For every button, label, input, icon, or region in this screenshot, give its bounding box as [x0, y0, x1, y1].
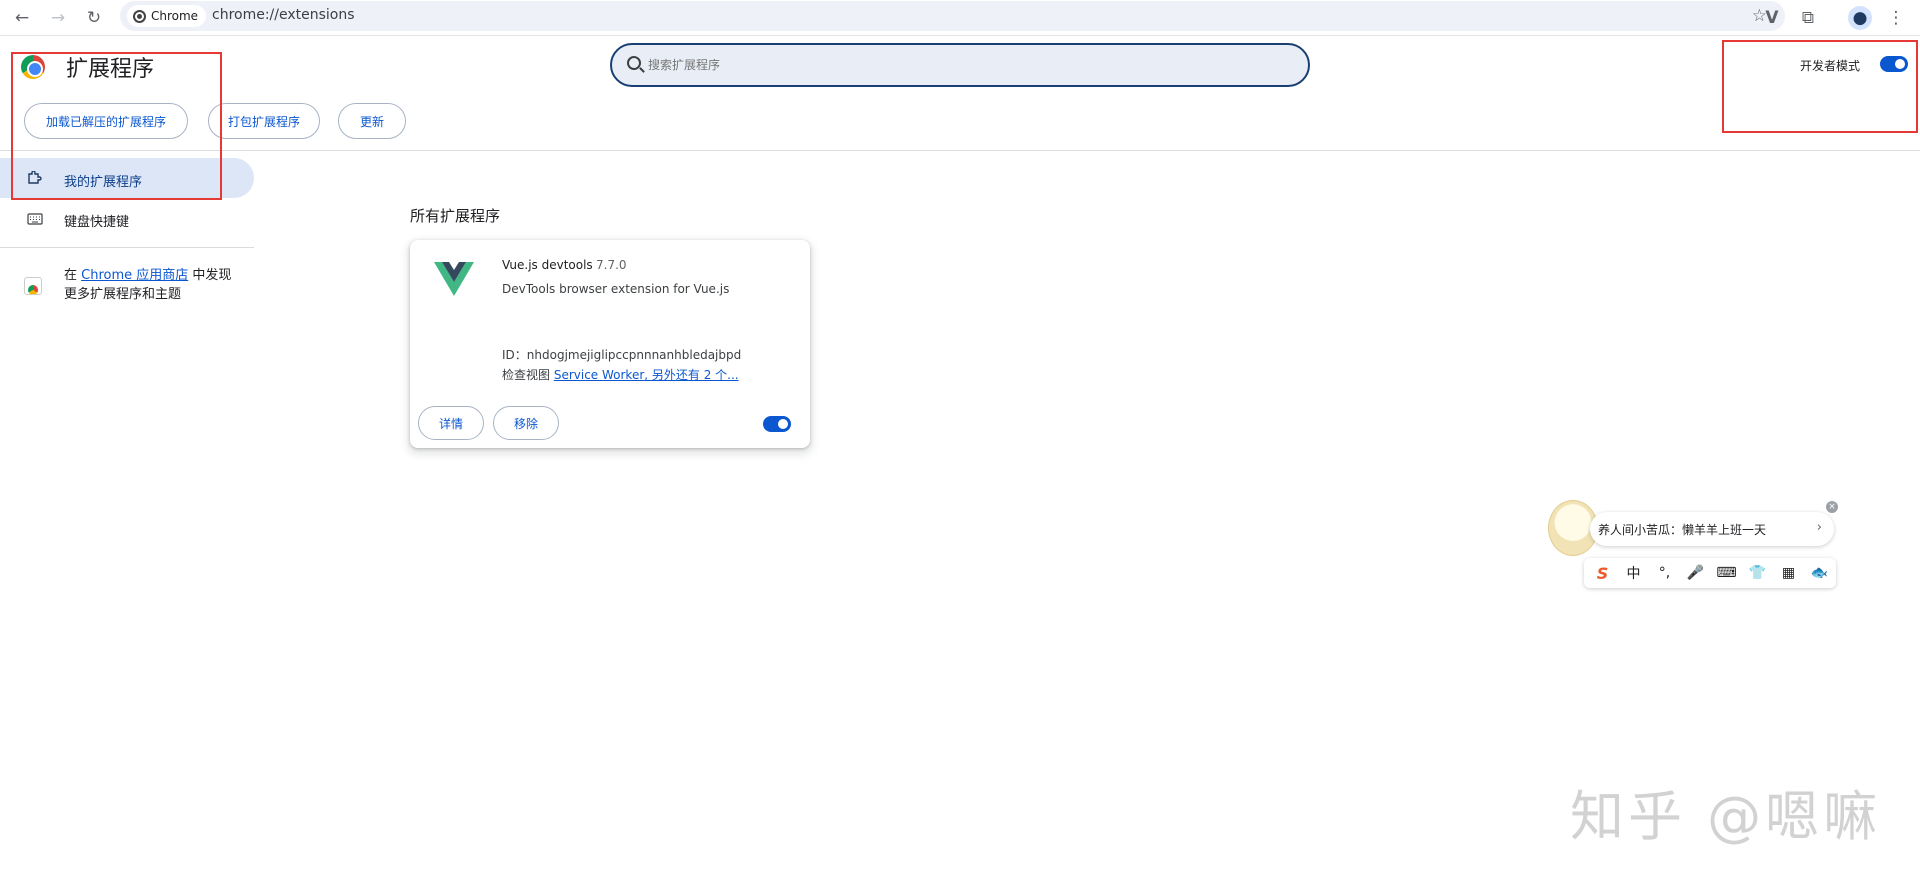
remove-button[interactable]: 移除: [493, 406, 559, 440]
zhihu-watermark: 知乎 @嗯嘛: [1570, 785, 1882, 848]
update-button[interactable]: 更新: [338, 103, 406, 139]
menu-kebab-icon[interactable]: ⋮: [1884, 6, 1908, 30]
sogou-logo-icon[interactable]: S: [1592, 564, 1613, 583]
vue-logo-icon: [434, 262, 474, 296]
service-worker-link[interactable]: Service Worker, 另外还有 2 个...: [554, 368, 739, 382]
web-store-promo: 在 Chrome 应用商店 中发现 更多扩展程序和主题: [64, 266, 264, 304]
chrome-icon: [133, 9, 146, 23]
extensions-puzzle-icon[interactable]: ⧉: [1796, 6, 1820, 30]
skin-icon[interactable]: 👕: [1747, 565, 1768, 581]
extension-name: Vue.js devtools: [502, 258, 593, 272]
site-chip[interactable]: Chrome: [127, 5, 207, 27]
search-icon: [627, 56, 641, 70]
close-icon[interactable]: ×: [1826, 501, 1838, 513]
sidebar-item-keyboard-shortcuts[interactable]: 键盘快捷键: [64, 211, 129, 230]
header-divider: [0, 150, 1920, 151]
keyboard-icon: [27, 213, 43, 225]
vue-extension-icon[interactable]: V: [1760, 6, 1784, 30]
browser-toolbar: ← → ↻ Chrome chrome://extensions ☆ V ⧉ ●…: [0, 0, 1920, 36]
search-input[interactable]: [648, 55, 1288, 75]
extension-enable-toggle[interactable]: [763, 416, 791, 432]
address-bar[interactable]: Chrome chrome://extensions ☆: [120, 1, 1785, 31]
extension-card: Vue.js devtools 7.7.0 DevTools browser e…: [410, 240, 810, 448]
site-chip-label: Chrome: [151, 9, 199, 23]
punctuation-icon[interactable]: °,: [1654, 565, 1675, 581]
chevron-right-icon[interactable]: ›: [1817, 520, 1822, 535]
store-suffix: 中发现: [188, 268, 232, 283]
profile-avatar-icon[interactable]: ●: [1848, 6, 1872, 30]
inspect-views-label: 检查视图: [502, 368, 554, 382]
store-line2: 更多扩展程序和主题: [64, 287, 182, 302]
ime-bubble-text: 养人间小苦瓜：懒羊羊上班一天: [1598, 523, 1767, 537]
highlight-box-dev-mode: [1722, 40, 1918, 133]
details-button[interactable]: 详情: [418, 406, 484, 440]
web-store-icon: [24, 277, 42, 295]
ime-news-bubble[interactable]: 养人间小苦瓜：懒羊羊上班一天 ›: [1590, 512, 1834, 546]
grid-menu-icon[interactable]: ▦: [1778, 565, 1799, 581]
section-title: 所有扩展程序: [410, 207, 501, 225]
reload-icon[interactable]: ↻: [82, 6, 106, 30]
highlight-box-left: [11, 52, 222, 200]
extension-version: 7.7.0: [596, 258, 627, 272]
inspect-views: 检查视图 Service Worker, 另外还有 2 个...: [502, 366, 739, 383]
store-prefix: 在: [64, 268, 82, 283]
fish-icon[interactable]: 🐟: [1809, 565, 1830, 581]
web-store-link[interactable]: Chrome 应用商店: [81, 268, 188, 283]
forward-icon[interactable]: →: [46, 6, 70, 30]
microphone-icon[interactable]: 🎤: [1685, 565, 1706, 581]
extension-description: DevTools browser extension for Vue.js: [502, 282, 730, 296]
keyboard-icon[interactable]: ⌨: [1716, 565, 1737, 581]
extension-id: ID：nhdogjmejiglipccpnnnanhbledajbpd: [502, 348, 742, 362]
sidebar-divider: [0, 247, 254, 248]
chinese-mode-icon[interactable]: 中: [1623, 563, 1644, 583]
pack-extension-button[interactable]: 打包扩展程序: [208, 103, 320, 139]
ime-toolbar: S 中 °, 🎤 ⌨ 👕 ▦ 🐟: [1584, 558, 1836, 588]
url-text[interactable]: chrome://extensions: [212, 7, 355, 23]
search-box[interactable]: [610, 43, 1310, 87]
back-icon[interactable]: ←: [10, 6, 34, 30]
